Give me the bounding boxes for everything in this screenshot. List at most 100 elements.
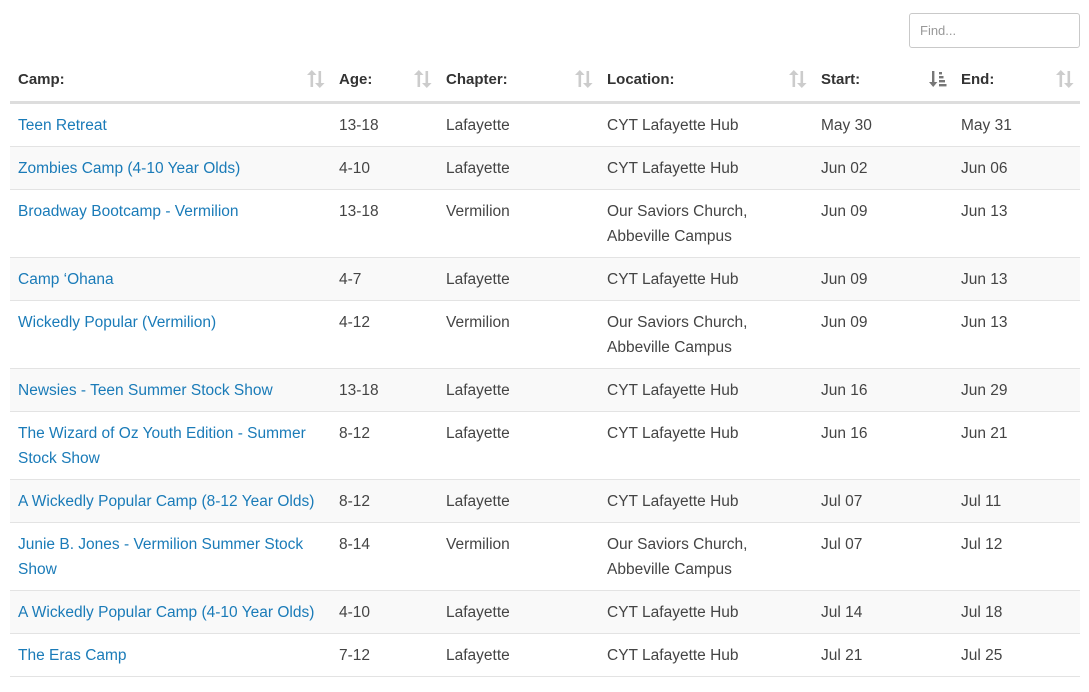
search-input[interactable] <box>909 13 1080 48</box>
cell-start: Jun 09 <box>813 300 953 369</box>
column-header-chapter[interactable]: Chapter: <box>438 57 599 104</box>
cell-end: Jul 18 <box>953 590 1080 634</box>
camp-link[interactable]: Camp ‘Ohana <box>18 271 114 288</box>
cell-age: 13-18 <box>331 102 438 147</box>
cell-chapter: Lafayette <box>438 257 599 301</box>
cell-chapter: Lafayette <box>438 146 599 190</box>
table-row: Camp ‘Ohana 4-7 Lafayette CYT Lafayette Hub… <box>10 257 1080 301</box>
cell-age: 13-18 <box>331 368 438 412</box>
cell-location: Our Saviors Church, Abbeville Campus <box>599 522 813 591</box>
cell-location: CYT Lafayette Hub <box>599 146 813 190</box>
cell-location: CYT Lafayette Hub <box>599 633 813 677</box>
cell-chapter: Lafayette <box>438 368 599 412</box>
cell-age: 7-12 <box>331 633 438 677</box>
cell-camp: Teen Retreat <box>10 102 331 147</box>
sort-icon[interactable] <box>575 69 593 89</box>
cell-location: CYT Lafayette Hub <box>599 411 813 480</box>
cell-end: Jun 13 <box>953 257 1080 301</box>
column-header-label: Start: <box>821 70 861 88</box>
cell-start: Jun 16 <box>813 411 953 480</box>
cell-location: CYT Lafayette Hub <box>599 257 813 301</box>
column-header-label: Location: <box>607 70 675 88</box>
cell-camp: Zombies Camp (4-10 Year Olds) <box>10 146 331 190</box>
cell-location: CYT Lafayette Hub <box>599 479 813 523</box>
cell-start: May 30 <box>813 102 953 147</box>
column-header-camp[interactable]: Camp: <box>10 57 331 104</box>
camp-link[interactable]: A Wickedly Popular Camp (4-10 Year Olds) <box>18 604 314 621</box>
cell-location: Our Saviors Church, Abbeville Campus <box>599 300 813 369</box>
column-header-end[interactable]: End: <box>953 57 1080 104</box>
cell-chapter: Vermilion <box>438 300 599 369</box>
cell-location: CYT Lafayette Hub <box>599 590 813 634</box>
cell-chapter: Lafayette <box>438 102 599 147</box>
cell-end: May 31 <box>953 102 1080 147</box>
camp-link[interactable]: Wickedly Popular (Vermilion) <box>18 314 216 331</box>
camp-link[interactable]: Teen Retreat <box>18 117 107 134</box>
cell-end: Jun 06 <box>953 146 1080 190</box>
cell-end: Jul 11 <box>953 479 1080 523</box>
camp-link[interactable]: The Eras Camp <box>18 647 127 664</box>
cell-start: Jul 14 <box>813 590 953 634</box>
column-header-age[interactable]: Age: <box>331 57 438 104</box>
column-header-label: Camp: <box>18 70 65 88</box>
cell-chapter: Lafayette <box>438 411 599 480</box>
sort-icon[interactable] <box>789 69 807 89</box>
column-header-label: End: <box>961 70 995 88</box>
cell-age: 13-18 <box>331 189 438 258</box>
cell-start: Jul 07 <box>813 479 953 523</box>
cell-chapter: Lafayette <box>438 590 599 634</box>
column-header-start[interactable]: Start: <box>813 57 953 104</box>
cell-end: Jun 21 <box>953 411 1080 480</box>
cell-start: Jun 09 <box>813 257 953 301</box>
table-row: Newsies - Teen Summer Stock Show 13-18 Laf… <box>10 368 1080 412</box>
header-row: Camp: Age: Chapter: Location: Start: End: <box>10 57 1080 104</box>
column-header-location[interactable]: Location: <box>599 57 813 104</box>
cell-end: Jun 13 <box>953 300 1080 369</box>
cell-age: 8-12 <box>331 479 438 523</box>
cell-age: 4-10 <box>331 590 438 634</box>
cell-chapter: Lafayette <box>438 633 599 677</box>
cell-end: Jul 25 <box>953 633 1080 677</box>
table-row: Broadway Bootcamp - Vermilion 13-18 Vermil… <box>10 189 1080 258</box>
cell-age: 8-14 <box>331 522 438 591</box>
search-box <box>909 13 1080 48</box>
cell-chapter: Lafayette <box>438 479 599 523</box>
table-row: Zombies Camp (4-10 Year Olds) 4-10 Lafayet… <box>10 146 1080 190</box>
cell-camp: Broadway Bootcamp - Vermilion <box>10 189 331 258</box>
camp-link[interactable]: Junie B. Jones - Vermilion Summer Stock … <box>18 536 303 578</box>
cell-end: Jun 29 <box>953 368 1080 412</box>
table-row: The Eras Camp 7-12 Lafayette CYT Lafayette … <box>10 633 1080 677</box>
column-header-label: Chapter: <box>446 70 508 88</box>
camp-link[interactable]: The Wizard of Oz Youth Edition - Summer … <box>18 425 306 467</box>
cell-start: Jun 02 <box>813 146 953 190</box>
table-row: A Wickedly Popular Camp (8-12 Year Olds)… <box>10 479 1080 523</box>
column-header-label: Age: <box>339 70 373 88</box>
camp-link[interactable]: Zombies Camp (4-10 Year Olds) <box>18 160 240 177</box>
table-row: Junie B. Jones - Vermilion Summer Stock … <box>10 522 1080 591</box>
cell-camp: Camp ‘Ohana <box>10 257 331 301</box>
table-row: The Wizard of Oz Youth Edition - Summer … <box>10 411 1080 480</box>
cell-age: 4-12 <box>331 300 438 369</box>
cell-camp: A Wickedly Popular Camp (4-10 Year Olds) <box>10 590 331 634</box>
table-body: Teen Retreat 13-18 Lafayette CYT Lafayette … <box>10 102 1080 677</box>
cell-age: 4-10 <box>331 146 438 190</box>
sort-amount-asc-icon[interactable] <box>929 69 947 89</box>
sort-icon[interactable] <box>1056 69 1074 89</box>
cell-start: Jul 21 <box>813 633 953 677</box>
sort-icon[interactable] <box>307 69 325 89</box>
cell-camp: The Eras Camp <box>10 633 331 677</box>
table-header: Camp: Age: Chapter: Location: Start: End: <box>10 57 1080 104</box>
cell-camp: Newsies - Teen Summer Stock Show <box>10 368 331 412</box>
cell-start: Jun 16 <box>813 368 953 412</box>
cell-camp: Wickedly Popular (Vermilion) <box>10 300 331 369</box>
camp-link[interactable]: Broadway Bootcamp - Vermilion <box>18 203 239 220</box>
camps-table: Camp: Age: Chapter: Location: Start: End: Tee… <box>10 57 1080 677</box>
camp-link[interactable]: Newsies - Teen Summer Stock Show <box>18 382 273 399</box>
sort-icon[interactable] <box>414 69 432 89</box>
cell-start: Jul 07 <box>813 522 953 591</box>
cell-location: CYT Lafayette Hub <box>599 102 813 147</box>
cell-end: Jun 13 <box>953 189 1080 258</box>
cell-start: Jun 09 <box>813 189 953 258</box>
cell-chapter: Vermilion <box>438 189 599 258</box>
camp-link[interactable]: A Wickedly Popular Camp (8-12 Year Olds) <box>18 493 314 510</box>
